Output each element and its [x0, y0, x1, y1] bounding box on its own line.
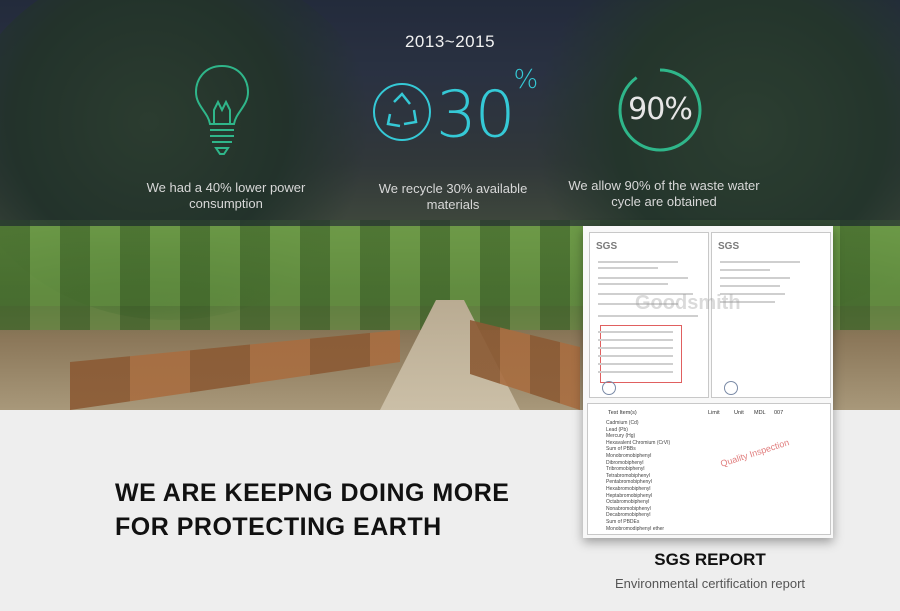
sgs-logo: SGS — [596, 241, 618, 252]
table-header-mdl: MDL — [754, 410, 766, 416]
table-row: Sum of PBDEs — [606, 519, 640, 525]
table-row: Heptabromobiphenyl — [606, 492, 653, 499]
table-row: Tribromobiphenyl — [606, 466, 645, 473]
table-row: Lead (Pb) — [606, 426, 628, 433]
stat-recycle-caption-2: materials — [426, 197, 480, 212]
stat-water-value: 90% — [628, 92, 693, 127]
table-row: Mercury (Hg) — [606, 433, 636, 440]
table-row: Nonabromobiphenyl — [606, 505, 651, 512]
sgs-report-image: SGS SGS Goodsmith Test Item(s) Limit Uni… — [583, 226, 833, 538]
headline: WE ARE KEEPNG DOING MORE FOR PROTECTING … — [115, 476, 509, 544]
stat-water: We allow 90% of the waste water cycle ar… — [564, 178, 764, 210]
highlight-box — [600, 325, 682, 383]
watermark: Goodsmith — [635, 292, 741, 314]
stat-recycle-caption-1: We recycle 30% available — [378, 181, 528, 196]
table-row: Cadmium (Cd) — [606, 420, 639, 426]
table-row: Pentabromobiphenyl — [606, 479, 652, 486]
year-range: 2013~2015 — [404, 32, 496, 51]
stat-power-caption-2: consumption — [189, 196, 263, 211]
table-row: Decabromobiphenyl — [606, 512, 651, 519]
stat-water-caption-2: cycle are obtained — [611, 194, 717, 209]
table-row: Monobromodiphenyl ether — [606, 525, 665, 532]
report-page-1: SGS — [589, 232, 709, 398]
planters-left — [70, 330, 400, 410]
stat-recycle-value: 30% — [436, 65, 538, 147]
stat-power-caption-1: We had a 40% lower power — [146, 180, 306, 195]
seal-icon — [602, 381, 616, 395]
stat-recycle-number: 30 — [436, 78, 515, 153]
sgs-logo-2: SGS — [718, 241, 740, 252]
stat-water-caption-1: We allow 90% of the waste water — [568, 178, 760, 193]
stat-recycle-unit: % — [513, 65, 538, 95]
headline-line-2: FOR PROTECTING EARTH — [115, 513, 442, 541]
lightbulb-icon — [190, 62, 254, 160]
table-row: Octabromobiphenyl — [606, 499, 650, 506]
table-row: Monobromobiphenyl — [606, 453, 652, 459]
table-header-007: 007 — [774, 410, 784, 416]
headline-line-1: WE ARE KEEPNG DOING MORE — [115, 479, 510, 507]
stat-power: We had a 40% lower power consumption — [126, 180, 326, 212]
report-table: Test Item(s) Limit Unit MDL 007 Cadmium … — [587, 403, 831, 535]
stat-recycle: We recycle 30% available materials — [353, 181, 553, 213]
table-header-item: Test Item(s) — [608, 410, 637, 416]
table-header-unit: Unit — [734, 410, 744, 416]
report-title: SGS REPORT — [654, 550, 766, 569]
table-row: Hexabromobiphenyl — [606, 486, 651, 492]
table-row: Sum of PBBs — [606, 446, 636, 453]
table-row: Hexavalent Chromium (CrVI) — [606, 439, 671, 446]
table-header-limit: Limit — [708, 410, 720, 416]
recycle-icon — [372, 82, 432, 142]
table-row: Dibromobiphenyl — [606, 459, 644, 466]
table-row: Tetrabromobiphenyl — [606, 472, 650, 479]
report-page-2: SGS — [711, 232, 831, 398]
report-subtitle: Environmental certification report — [614, 576, 806, 591]
seal-icon-2 — [724, 381, 738, 395]
